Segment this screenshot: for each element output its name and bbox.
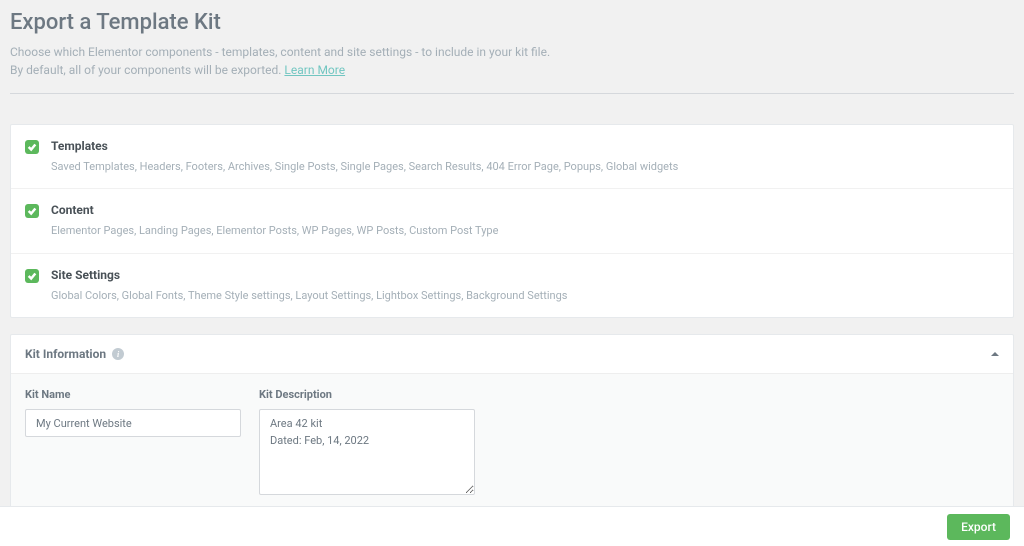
kit-name-label: Kit Name: [25, 388, 241, 401]
section-content: Content Elementor Pages, Landing Pages, …: [11, 189, 1013, 253]
kit-information-panel: Kit Information i Kit Name Kit Descripti…: [10, 334, 1014, 514]
chevron-up-icon: [991, 352, 999, 356]
checkbox-templates[interactable]: [25, 140, 39, 154]
kit-description-input[interactable]: [259, 409, 475, 495]
check-icon: [27, 271, 37, 281]
footer-bar: Export: [0, 506, 1024, 546]
checkbox-content[interactable]: [25, 204, 39, 218]
page-description: Choose which Elementor components - temp…: [10, 43, 1014, 79]
kit-info-title: Kit Information: [25, 347, 106, 361]
kit-name-group: Kit Name: [25, 388, 241, 495]
page-title: Export a Template Kit: [10, 10, 1014, 35]
learn-more-link[interactable]: Learn More: [284, 63, 345, 77]
section-templates: Templates Saved Templates, Headers, Foot…: [11, 125, 1013, 189]
section-desc: Saved Templates, Headers, Footers, Archi…: [51, 159, 999, 174]
kit-info-body: Kit Name Kit Description: [11, 373, 1013, 513]
section-title: Templates: [51, 139, 999, 153]
export-button[interactable]: Export: [947, 514, 1010, 540]
kit-description-group: Kit Description: [259, 388, 475, 495]
section-desc: Global Colors, Global Fonts, Theme Style…: [51, 288, 999, 303]
kit-description-label: Kit Description: [259, 388, 475, 401]
checkbox-site-settings[interactable]: [25, 269, 39, 283]
section-site-settings: Site Settings Global Colors, Global Font…: [11, 254, 1013, 317]
section-title: Content: [51, 203, 999, 217]
kit-info-toggle[interactable]: Kit Information i: [11, 335, 1013, 373]
page-header: Export a Template Kit Choose which Eleme…: [10, 10, 1014, 94]
section-desc: Elementor Pages, Landing Pages, Elemento…: [51, 223, 999, 238]
section-title: Site Settings: [51, 268, 999, 282]
check-icon: [27, 142, 37, 152]
export-sections-list: Templates Saved Templates, Headers, Foot…: [10, 124, 1014, 318]
info-icon: i: [112, 348, 124, 360]
kit-name-input[interactable]: [25, 409, 241, 437]
check-icon: [27, 206, 37, 216]
